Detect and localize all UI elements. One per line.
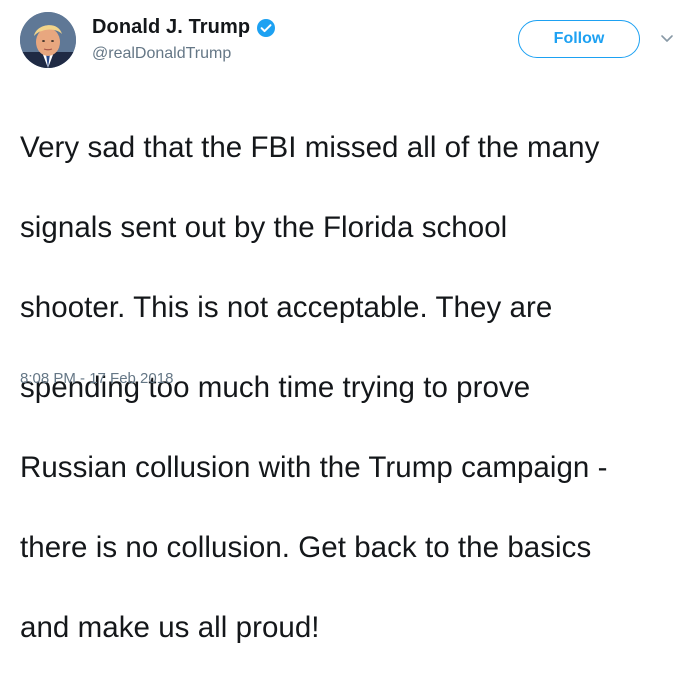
tweet-text-line: Russian collusion with the Trump campaig…	[20, 451, 608, 484]
tweet-text-line: and make us all proud!	[20, 611, 320, 644]
tweet-text-line: signals sent out by the Florida school	[20, 211, 508, 244]
tweet-card: Donald J. Trump @realDonaldTrump Follow …	[0, 0, 700, 644]
tweet-text-line: Very sad that the FBI missed all of the …	[20, 131, 600, 164]
user-handle[interactable]: @realDonaldTrump	[92, 45, 231, 63]
tweet-text: Very sad that the FBI missed all of the …	[20, 88, 688, 688]
chevron-down-icon[interactable]	[659, 30, 675, 46]
author-name-row: Donald J. Trump	[92, 16, 276, 39]
tweet-timestamp[interactable]: 8:08 PM - 17 Feb 2018	[20, 370, 173, 387]
profile-photo-icon	[20, 12, 76, 68]
display-name[interactable]: Donald J. Trump	[92, 16, 250, 39]
verified-badge-icon	[256, 18, 276, 38]
follow-button[interactable]: Follow	[518, 20, 640, 58]
tweet-text-line: there is no collusion. Get back to the b…	[20, 531, 592, 564]
avatar[interactable]	[20, 12, 76, 68]
tweet-text-line: shooter. This is not acceptable. They ar…	[20, 291, 553, 324]
